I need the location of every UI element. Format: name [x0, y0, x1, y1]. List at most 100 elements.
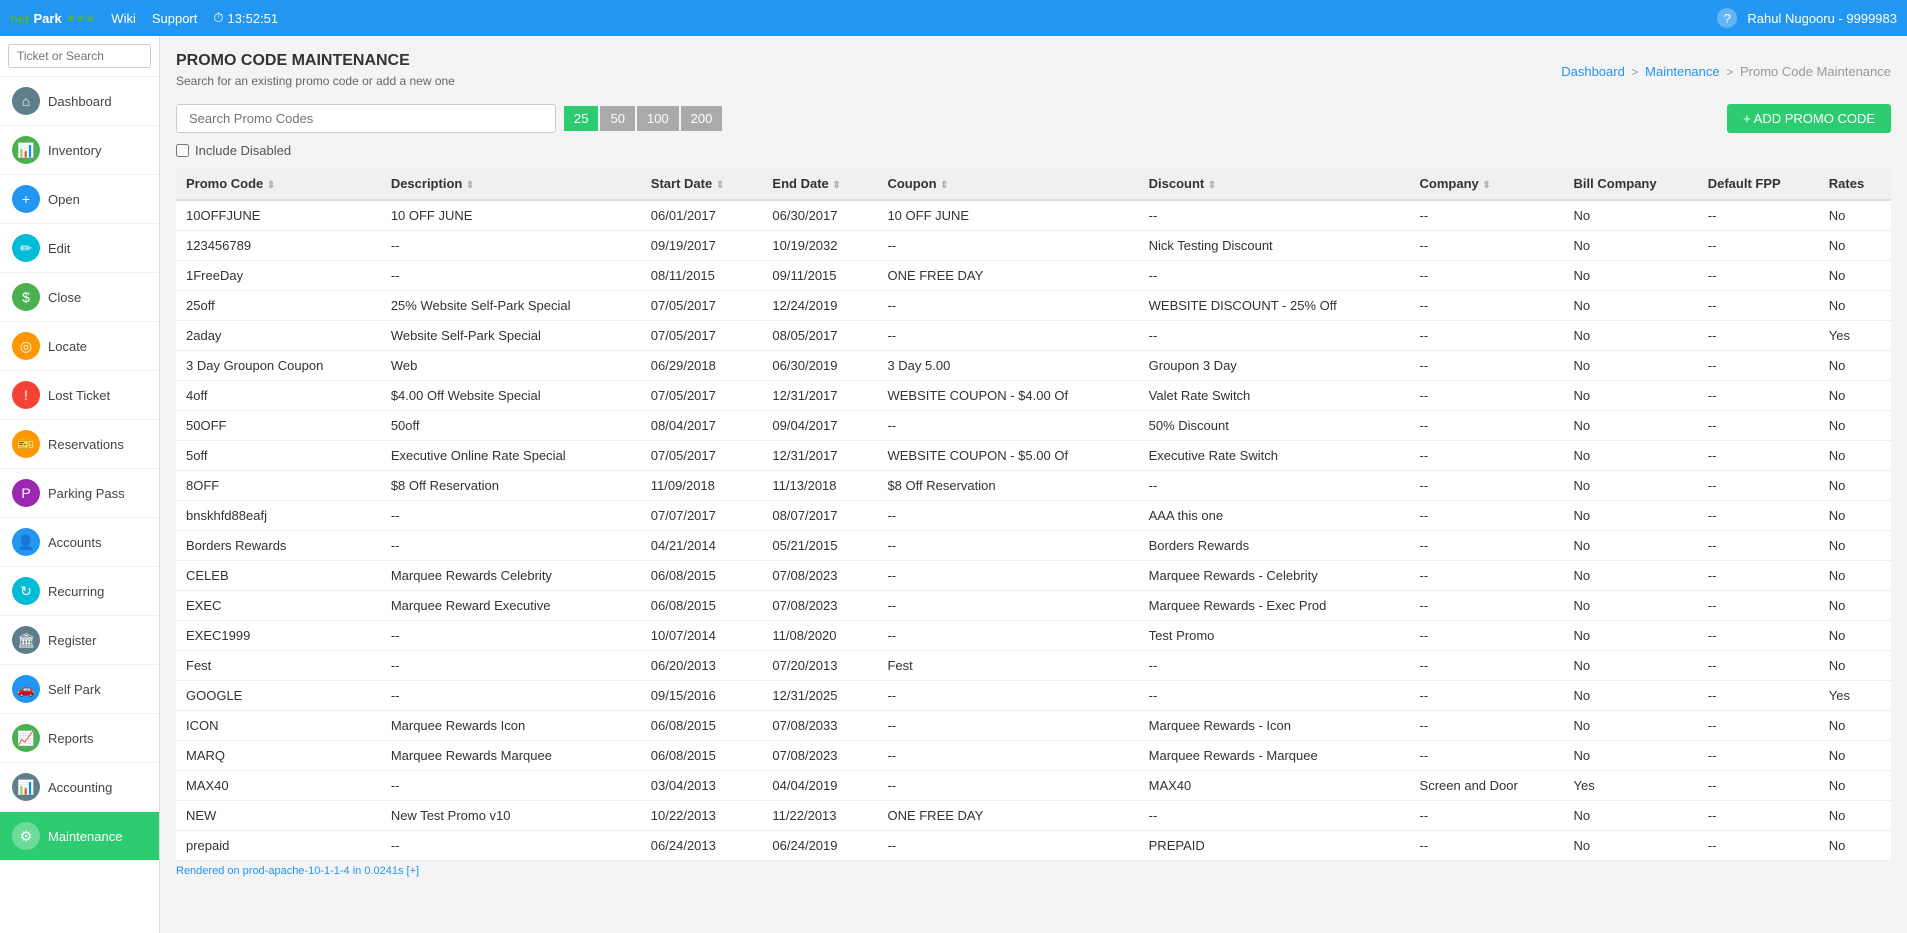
- col-header-rates[interactable]: Rates: [1819, 168, 1891, 200]
- register-icon: 🏛: [12, 626, 40, 654]
- recurring-label: Recurring: [48, 584, 104, 599]
- sidebar-search-input[interactable]: [8, 44, 151, 68]
- table-row[interactable]: 25off25% Website Self-Park Special07/05/…: [176, 291, 1891, 321]
- cell-default_fpp: --: [1698, 351, 1819, 381]
- sidebar-item-register[interactable]: 🏛Register: [0, 616, 159, 665]
- table-row[interactable]: 5offExecutive Online Rate Special07/05/2…: [176, 441, 1891, 471]
- page-header: PROMO CODE MAINTENANCE Search for an exi…: [176, 52, 1891, 88]
- table-row[interactable]: 3 Day Groupon CouponWeb06/29/201806/30/2…: [176, 351, 1891, 381]
- sort-icon: ⇕: [1208, 180, 1216, 191]
- table-row[interactable]: 123456789--09/19/201710/19/2032--Nick Te…: [176, 231, 1891, 261]
- sidebar-item-maintenance[interactable]: ⚙Maintenance: [0, 812, 159, 861]
- table-row[interactable]: bnskhfd88eafj--07/07/201708/07/2017--AAA…: [176, 501, 1891, 531]
- cell-bill_company: No: [1564, 831, 1698, 861]
- cell-company: --: [1410, 531, 1564, 561]
- cell-coupon: Fest: [877, 651, 1138, 681]
- cell-bill_company: Yes: [1564, 771, 1698, 801]
- table-row[interactable]: MARQMarquee Rewards Marquee06/08/201507/…: [176, 741, 1891, 771]
- table-row[interactable]: 2adayWebsite Self-Park Special07/05/2017…: [176, 321, 1891, 351]
- table-row[interactable]: CELEBMarquee Rewards Celebrity06/08/2015…: [176, 561, 1891, 591]
- sidebar-item-edit[interactable]: ✏Edit: [0, 224, 159, 273]
- cell-start_date: 03/04/2013: [641, 771, 763, 801]
- col-header-discount[interactable]: Discount ⇕: [1139, 168, 1410, 200]
- table-row[interactable]: 1FreeDay--08/11/201509/11/2015ONE FREE D…: [176, 261, 1891, 291]
- cell-default_fpp: --: [1698, 231, 1819, 261]
- sidebar-item-dashboard[interactable]: ⌂Dashboard: [0, 77, 159, 126]
- table-row[interactable]: Fest--06/20/201307/20/2013Fest----No--No: [176, 651, 1891, 681]
- wiki-link[interactable]: Wiki: [111, 11, 136, 26]
- page-size-btn-100[interactable]: 100: [637, 106, 679, 131]
- promo-search-input[interactable]: [176, 104, 556, 133]
- help-icon[interactable]: ?: [1717, 8, 1737, 28]
- page-size-btn-25[interactable]: 25: [564, 106, 598, 131]
- cell-default_fpp: --: [1698, 501, 1819, 531]
- cell-rates: No: [1819, 351, 1891, 381]
- page-size-btn-50[interactable]: 50: [600, 106, 634, 131]
- cell-bill_company: No: [1564, 471, 1698, 501]
- inventory-icon: 📊: [12, 136, 40, 164]
- sidebar-item-lost-ticket[interactable]: !Lost Ticket: [0, 371, 159, 420]
- sidebar-item-inventory[interactable]: 📊Inventory: [0, 126, 159, 175]
- breadcrumb-maintenance[interactable]: Maintenance: [1645, 64, 1719, 79]
- cell-start_date: 07/05/2017: [641, 291, 763, 321]
- cell-description: Marquee Rewards Icon: [381, 711, 641, 741]
- table-row[interactable]: GOOGLE--09/15/201612/31/2025------No--Ye…: [176, 681, 1891, 711]
- sidebar-item-close[interactable]: $Close: [0, 273, 159, 322]
- sidebar-item-self-park[interactable]: 🚗Self Park: [0, 665, 159, 714]
- cell-rates: No: [1819, 801, 1891, 831]
- add-promo-code-button[interactable]: + ADD PROMO CODE: [1727, 104, 1891, 133]
- cell-default_fpp: --: [1698, 591, 1819, 621]
- cell-coupon: 10 OFF JUNE: [877, 200, 1138, 231]
- col-header-promo-code[interactable]: Promo Code ⇕: [176, 168, 381, 200]
- table-row[interactable]: NEWNew Test Promo v1010/22/201311/22/201…: [176, 801, 1891, 831]
- parking-pass-label: Parking Pass: [48, 486, 125, 501]
- sidebar-item-parking-pass[interactable]: PParking Pass: [0, 469, 159, 518]
- cell-discount: Marquee Rewards - Marquee: [1139, 741, 1410, 771]
- cell-start_date: 08/04/2017: [641, 411, 763, 441]
- cell-promo_code: NEW: [176, 801, 381, 831]
- cell-rates: No: [1819, 441, 1891, 471]
- cell-promo_code: Fest: [176, 651, 381, 681]
- col-header-company[interactable]: Company ⇕: [1410, 168, 1564, 200]
- col-header-end-date[interactable]: End Date ⇕: [762, 168, 877, 200]
- table-row[interactable]: 10OFFJUNE10 OFF JUNE06/01/201706/30/2017…: [176, 200, 1891, 231]
- include-disabled-checkbox[interactable]: [176, 144, 189, 157]
- table-row[interactable]: Borders Rewards--04/21/201405/21/2015--B…: [176, 531, 1891, 561]
- sidebar-item-recurring[interactable]: ↻Recurring: [0, 567, 159, 616]
- table-row[interactable]: 50OFF50off08/04/201709/04/2017--50% Disc…: [176, 411, 1891, 441]
- cell-promo_code: bnskhfd88eafj: [176, 501, 381, 531]
- sidebar-item-accounting[interactable]: 📊Accounting: [0, 763, 159, 812]
- table-row[interactable]: prepaid--06/24/201306/24/2019--PREPAID--…: [176, 831, 1891, 861]
- table-row[interactable]: ICONMarquee Rewards Icon06/08/201507/08/…: [176, 711, 1891, 741]
- table-row[interactable]: 4off$4.00 Off Website Special07/05/20171…: [176, 381, 1891, 411]
- page-size-btn-200[interactable]: 200: [681, 106, 723, 131]
- cell-promo_code: 10OFFJUNE: [176, 200, 381, 231]
- sidebar: ⌂Dashboard📊Inventory+Open✏Edit$Close◎Loc…: [0, 36, 160, 933]
- sidebar-item-locate[interactable]: ◎Locate: [0, 322, 159, 371]
- sort-icon: ⇕: [716, 180, 724, 191]
- sidebar-item-reports[interactable]: 📈Reports: [0, 714, 159, 763]
- cell-coupon: WEBSITE COUPON - $4.00 Of: [877, 381, 1138, 411]
- cell-description: --: [381, 681, 641, 711]
- footer-note: Rendered on prod-apache-10-1-1-4 in 0.02…: [176, 865, 1891, 877]
- cell-bill_company: No: [1564, 411, 1698, 441]
- col-header-coupon[interactable]: Coupon ⇕: [877, 168, 1138, 200]
- col-header-bill-company[interactable]: Bill Company: [1564, 168, 1698, 200]
- cell-coupon: WEBSITE COUPON - $5.00 Of: [877, 441, 1138, 471]
- sidebar-item-reservations[interactable]: 🎫Reservations: [0, 420, 159, 469]
- table-row[interactable]: EXECMarquee Reward Executive06/08/201507…: [176, 591, 1891, 621]
- table-row[interactable]: MAX40--03/04/201304/04/2019--MAX40Screen…: [176, 771, 1891, 801]
- sidebar-item-accounts[interactable]: 👤Accounts: [0, 518, 159, 567]
- cell-company: --: [1410, 621, 1564, 651]
- col-header-start-date[interactable]: Start Date ⇕: [641, 168, 763, 200]
- cell-end_date: 04/04/2019: [762, 771, 877, 801]
- col-header-description[interactable]: Description ⇕: [381, 168, 641, 200]
- table-row[interactable]: 8OFF$8 Off Reservation11/09/201811/13/20…: [176, 471, 1891, 501]
- sidebar-item-open[interactable]: +Open: [0, 175, 159, 224]
- col-header-default-fpp[interactable]: Default FPP: [1698, 168, 1819, 200]
- cell-coupon: --: [877, 321, 1138, 351]
- breadcrumb-dashboard[interactable]: Dashboard: [1561, 64, 1625, 79]
- support-link[interactable]: Support: [152, 11, 198, 26]
- sort-icon: ⇕: [832, 180, 840, 191]
- table-row[interactable]: EXEC1999--10/07/201411/08/2020--Test Pro…: [176, 621, 1891, 651]
